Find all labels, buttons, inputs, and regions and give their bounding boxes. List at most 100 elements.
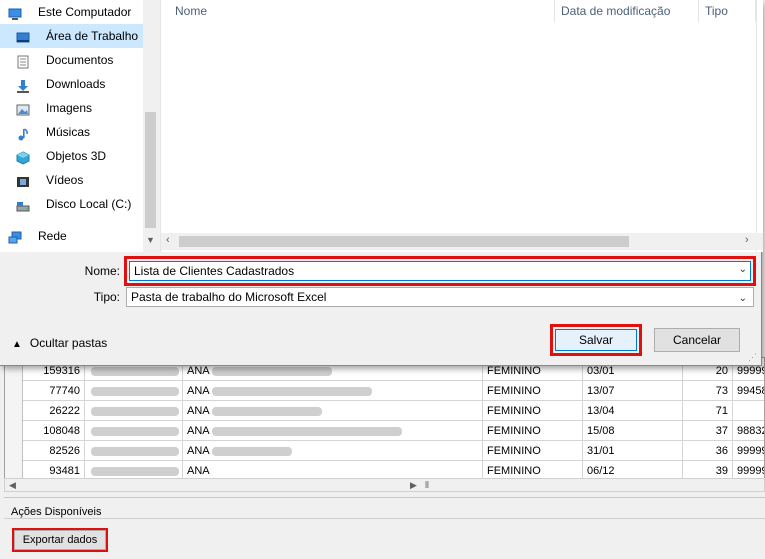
local-disk-icon — [16, 197, 30, 212]
scroll-right-icon[interactable]: › — [745, 234, 749, 246]
nav-item-label: Disco Local (C:) — [46, 197, 132, 211]
nav-item-este-computador[interactable]: Este Computador — [0, 0, 143, 24]
scroll-left-icon[interactable]: ‹ — [166, 234, 170, 246]
row-selector[interactable] — [5, 461, 23, 478]
network-icon — [8, 229, 22, 244]
export-data-label: Exportar dados — [14, 530, 106, 550]
cell-name: ANA — [183, 441, 483, 461]
scroll-down-icon[interactable]: ▼ — [146, 235, 155, 245]
column-header-type[interactable]: Tipo — [699, 0, 756, 22]
cell-name-text: ANA — [187, 385, 210, 397]
cell-age: 36 — [683, 441, 733, 461]
file-list-horizontal-scrollbar[interactable]: ‹ › — [161, 233, 763, 250]
cell-name-text: ANA — [187, 425, 210, 437]
cell-name-text: ANA — [187, 465, 210, 477]
cell-sex: FEMININO — [483, 441, 583, 461]
table-row[interactable]: 82526 ANA FEMININO 31/01 36 99999 — [5, 441, 764, 461]
column-header-name[interactable]: Nome — [169, 0, 555, 22]
cell-code: 82526 — [23, 441, 85, 461]
cell-name-text: ANA — [187, 365, 210, 377]
file-list: Nome Data de modificação Tipo ‹ › — [160, 0, 763, 252]
nav-item-documentos[interactable]: Documentos — [0, 48, 143, 72]
file-type-select[interactable]: Pasta de trabalho do Microsoft Excel ⌄ — [126, 287, 754, 307]
cell-code: 26222 — [23, 401, 85, 421]
desktop-icon — [16, 29, 30, 43]
cell-code: 93481 — [23, 461, 85, 478]
nav-item-disco-local-c-[interactable]: Disco Local (C:) — [0, 192, 143, 216]
cell-name: ANA — [183, 461, 483, 478]
nav-item-imagens[interactable]: Imagens — [0, 96, 143, 120]
cell-sex: FEMININO — [483, 421, 583, 441]
nav-item-label: Imagens — [46, 101, 93, 115]
pictures-icon — [16, 101, 30, 116]
cell-phone — [733, 401, 764, 421]
file-list-vertical-scrollbar[interactable] — [756, 0, 763, 252]
resize-grip-icon[interactable]: ⋰ — [748, 352, 757, 363]
export-data-button[interactable]: Exportar dados — [12, 528, 108, 552]
cell-document — [85, 381, 183, 401]
cell-age: 37 — [683, 421, 733, 441]
file-list-scroll-thumb[interactable] — [179, 236, 629, 247]
actions-title: Ações Disponíveis — [11, 506, 102, 518]
objects-3d-icon — [16, 149, 30, 165]
cell-birthday: 31/01 — [583, 441, 683, 461]
redacted-block — [211, 366, 332, 376]
cell-birthday: 15/08 — [583, 421, 683, 441]
chevron-up-icon: ▲ — [12, 339, 22, 350]
downloads-icon — [16, 77, 30, 93]
cell-sex: FEMININO — [483, 381, 583, 401]
computer-icon — [8, 5, 22, 20]
name-label: Nome: — [84, 264, 120, 278]
cell-sex: FEMININO — [483, 401, 583, 421]
cell-phone: 99999 — [733, 461, 764, 478]
nav-item--rea-de-trabalho[interactable]: Área de Trabalho — [0, 24, 143, 48]
redacted-block — [211, 386, 372, 396]
redacted-block — [91, 366, 179, 376]
nav-item-v-deos[interactable]: Vídeos — [0, 168, 143, 192]
table-row[interactable]: 26222 ANA FEMININO 13/04 71 — [5, 401, 764, 421]
row-selector[interactable] — [5, 421, 23, 441]
divider — [4, 518, 765, 519]
cell-phone: 98832 — [733, 421, 764, 441]
nav-item-label: Músicas — [46, 125, 91, 139]
cell-code: 108048 — [23, 421, 85, 441]
cell-age: 71 — [683, 401, 733, 421]
table-row[interactable]: 108048 ANA FEMININO 15/08 37 98832 — [5, 421, 764, 441]
save-button[interactable]: Salvar — [555, 329, 637, 351]
nav-item-rede[interactable]: Rede — [0, 224, 143, 248]
scroll-grip-icon: ⦀ — [425, 480, 429, 490]
cell-birthday: 06/12 — [583, 461, 683, 478]
nav-item-objetos-3d[interactable]: Objetos 3D — [0, 144, 143, 168]
clients-grid: 159316 ANA FEMININO 03/01 20 99999 77740 ANA FEM… — [4, 357, 765, 479]
row-selector[interactable] — [5, 441, 23, 461]
redacted-block — [211, 406, 322, 416]
cell-document — [85, 461, 183, 478]
nav-scroll-thumb[interactable] — [145, 112, 156, 228]
hide-folders-toggle[interactable]: ▲ Ocultar pastas — [12, 336, 107, 350]
cell-sex: FEMININO — [483, 461, 583, 478]
cell-birthday: 13/07 — [583, 381, 683, 401]
redacted-block — [91, 466, 179, 476]
cell-phone: 99999 — [733, 441, 764, 461]
nav-item-downloads[interactable]: Downloads — [0, 72, 143, 96]
file-name-input[interactable]: Lista de Clientes Cadastrados — [129, 261, 751, 281]
hide-folders-label: Ocultar pastas — [29, 336, 108, 350]
cancel-button[interactable]: Cancelar — [654, 328, 740, 352]
column-header-modified[interactable]: Data de modificação — [555, 0, 699, 22]
chevron-down-icon[interactable]: ⌄ — [739, 264, 747, 275]
table-row[interactable]: 77740 ANA FEMININO 13/07 73 99458 — [5, 381, 764, 401]
save-highlight: Salvar — [550, 324, 642, 356]
scroll-right-icon[interactable]: ▶ — [410, 480, 417, 491]
table-row[interactable]: 93481 ANA FEMININO 06/12 39 99999 — [5, 461, 764, 478]
cell-phone: 99458 — [733, 381, 764, 401]
nav-vertical-scrollbar[interactable]: ▼ — [143, 0, 158, 252]
row-selector[interactable] — [5, 381, 23, 401]
scroll-left-icon[interactable]: ◀ — [9, 480, 16, 491]
nav-item-label: Downloads — [46, 77, 106, 91]
chevron-down-icon[interactable]: ⌄ — [739, 290, 747, 308]
grid-horizontal-scrollbar[interactable]: ◀ ▶ ⦀ — [4, 478, 765, 492]
row-selector[interactable] — [5, 401, 23, 421]
nav-item-m-sicas[interactable]: Músicas — [0, 120, 143, 144]
cell-document — [85, 421, 183, 441]
actions-panel: Ações Disponíveis — [4, 497, 765, 559]
